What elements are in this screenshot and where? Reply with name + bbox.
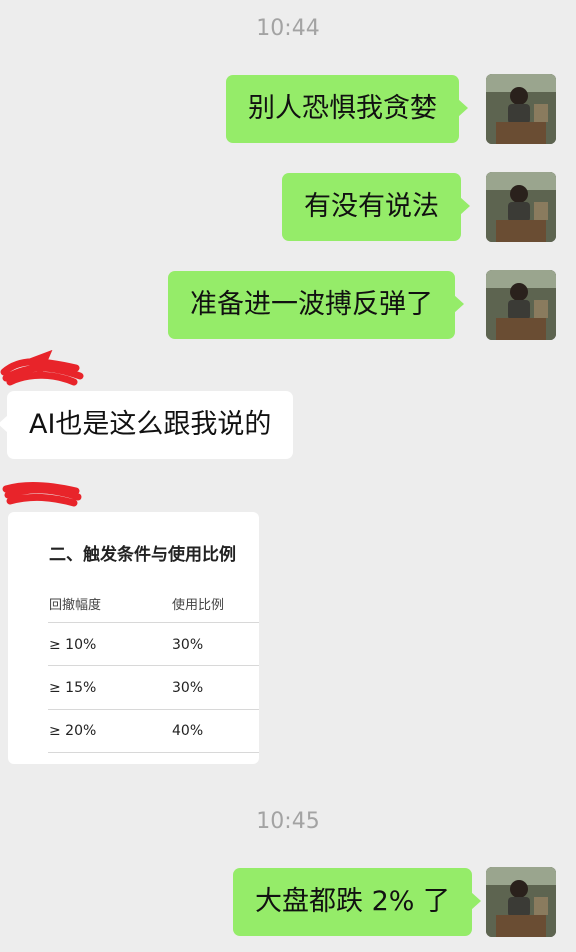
table-cell-drawdown: ≥ 20% [49,723,97,739]
message-text: 别人恐惧我贪婪 [248,93,437,124]
avatar[interactable] [486,172,556,242]
table-cell-drawdown: ≥ 15% [49,680,97,696]
table-cell-ratio: 30% [172,637,204,653]
avatar[interactable] [486,867,556,937]
avatar-photo-icon [486,867,556,937]
message-bubble-incoming[interactable]: AI也是这么跟我说的 [0,391,294,459]
message-bubble-outgoing[interactable]: 准备进一波搏反弹了 [168,271,464,339]
message-text: 准备进一波搏反弹了 [190,289,433,320]
message-bubble-outgoing[interactable]: 大盘都跌 2% 了 [233,868,481,936]
timestamp: 10:45 [256,809,320,834]
message-bubble-outgoing[interactable]: 有没有说法 [282,173,470,241]
table-cell-ratio: 30% [172,680,204,696]
avatar-photo-icon [486,74,556,144]
message-text: AI也是这么跟我说的 [29,409,272,440]
avatar[interactable] [486,270,556,340]
avatar-photo-icon [486,270,556,340]
table-divider [48,752,259,753]
avatar-photo-icon [486,172,556,242]
message-bubble-outgoing[interactable]: 别人恐惧我贪婪 [226,75,468,143]
avatar[interactable] [486,74,556,144]
table-header-drawdown: 回撤幅度 [49,598,102,613]
table-divider [48,709,259,710]
table-header-ratio: 使用比例 [172,598,225,613]
table-cell-ratio: 40% [172,723,204,739]
table-cell-drawdown: ≥ 10% [49,637,97,653]
table-divider [48,665,259,666]
redaction-scribble-icon [0,350,84,386]
table-divider [48,622,259,623]
card-title: 二、触发条件与使用比例 [49,545,236,565]
image-message-card[interactable]: 二、触发条件与使用比例 回撤幅度 使用比例 ≥ 10% 30% ≥ 15% 30… [8,512,259,764]
message-text: 大盘都跌 2% 了 [255,886,450,917]
redaction-scribble-icon [2,481,82,507]
message-text: 有没有说法 [304,191,439,222]
timestamp: 10:44 [256,16,320,41]
